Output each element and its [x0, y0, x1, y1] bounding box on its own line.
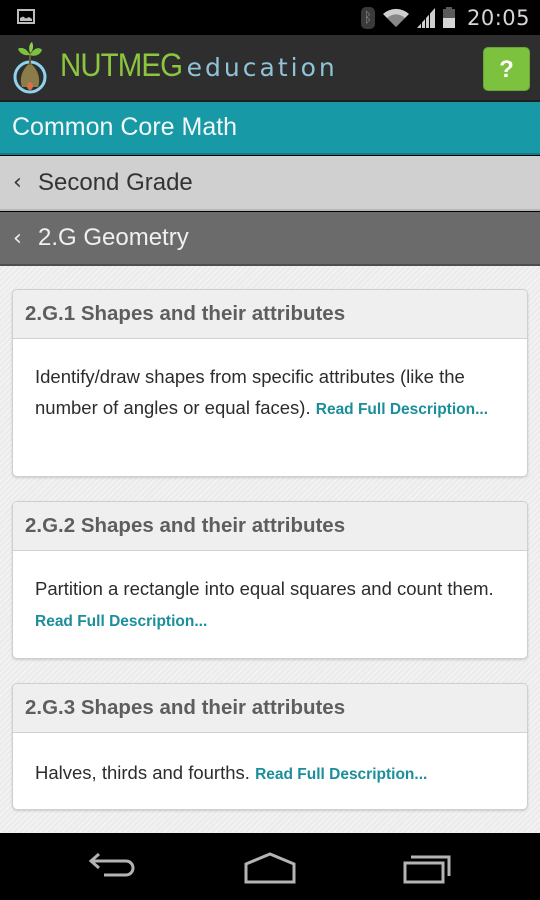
standard-description: Partition a rectangle into equal squares… — [35, 578, 494, 599]
read-full-description-link[interactable]: Read Full Description... — [35, 613, 207, 630]
chevron-left-icon: ‹ — [13, 225, 22, 251]
standards-list[interactable]: 2.G.1 Shapes and their attributes Identi… — [0, 266, 540, 833]
page-title: Common Core Math — [12, 113, 238, 141]
battery-icon — [442, 7, 455, 28]
recent-apps-icon[interactable] — [398, 849, 458, 885]
help-button[interactable]: ? — [483, 47, 530, 91]
bluetooth-icon: ᛒ — [360, 6, 375, 29]
breadcrumb-geometry[interactable]: ‹ 2.G Geometry — [0, 212, 540, 266]
app-header: NUTMEG education ? — [0, 35, 540, 102]
status-icons: ᛒ 20:05 — [360, 0, 530, 35]
gallery-image-icon — [17, 9, 35, 24]
back-icon[interactable] — [82, 849, 142, 885]
standard-card[interactable]: 2.G.1 Shapes and their attributes Identi… — [12, 289, 528, 477]
card-header: 2.G.3 Shapes and their attributes — [13, 684, 527, 733]
wifi-icon — [382, 8, 409, 27]
brand-sub: education — [186, 53, 338, 82]
breadcrumb-label: 2.G Geometry — [38, 224, 189, 251]
breadcrumb-label: Second Grade — [38, 168, 193, 196]
brand-logo-text: NUTMEG education — [60, 47, 338, 84]
system-nav-bar — [0, 833, 540, 900]
standard-card[interactable]: 2.G.2 Shapes and their attributes Partit… — [12, 501, 528, 659]
read-full-description-link[interactable]: Read Full Description... — [316, 401, 488, 418]
card-body: Partition a rectangle into equal squares… — [13, 551, 527, 637]
nutmeg-seedling-logo-icon — [13, 42, 47, 94]
standard-card[interactable]: 2.G.3 Shapes and their attributes Halves… — [12, 683, 528, 810]
standard-title: 2.G.3 Shapes and their attributes — [25, 696, 346, 719]
chevron-left-icon: ‹ — [13, 170, 22, 195]
breadcrumb-second-grade[interactable]: ‹ Second Grade — [0, 156, 540, 211]
status-bar: ᛒ 20:05 — [0, 0, 540, 35]
card-body: Identify/draw shapes from specific attri… — [13, 339, 527, 425]
standard-title: 2.G.2 Shapes and their attributes — [25, 514, 346, 537]
brand-main: NUTMEG — [60, 47, 183, 83]
card-header: 2.G.2 Shapes and their attributes — [13, 502, 527, 551]
standard-title: 2.G.1 Shapes and their attributes — [25, 302, 346, 325]
section-title-bar: Common Core Math — [0, 102, 540, 155]
standard-description: Halves, thirds and fourths. — [35, 762, 250, 783]
card-header: 2.G.1 Shapes and their attributes — [13, 290, 527, 339]
clock: 20:05 — [466, 5, 530, 30]
home-icon[interactable] — [240, 849, 300, 885]
cell-signal-icon — [416, 7, 435, 28]
read-full-description-link[interactable]: Read Full Description... — [255, 766, 427, 783]
card-body: Halves, thirds and fourths. Read Full De… — [13, 733, 527, 790]
